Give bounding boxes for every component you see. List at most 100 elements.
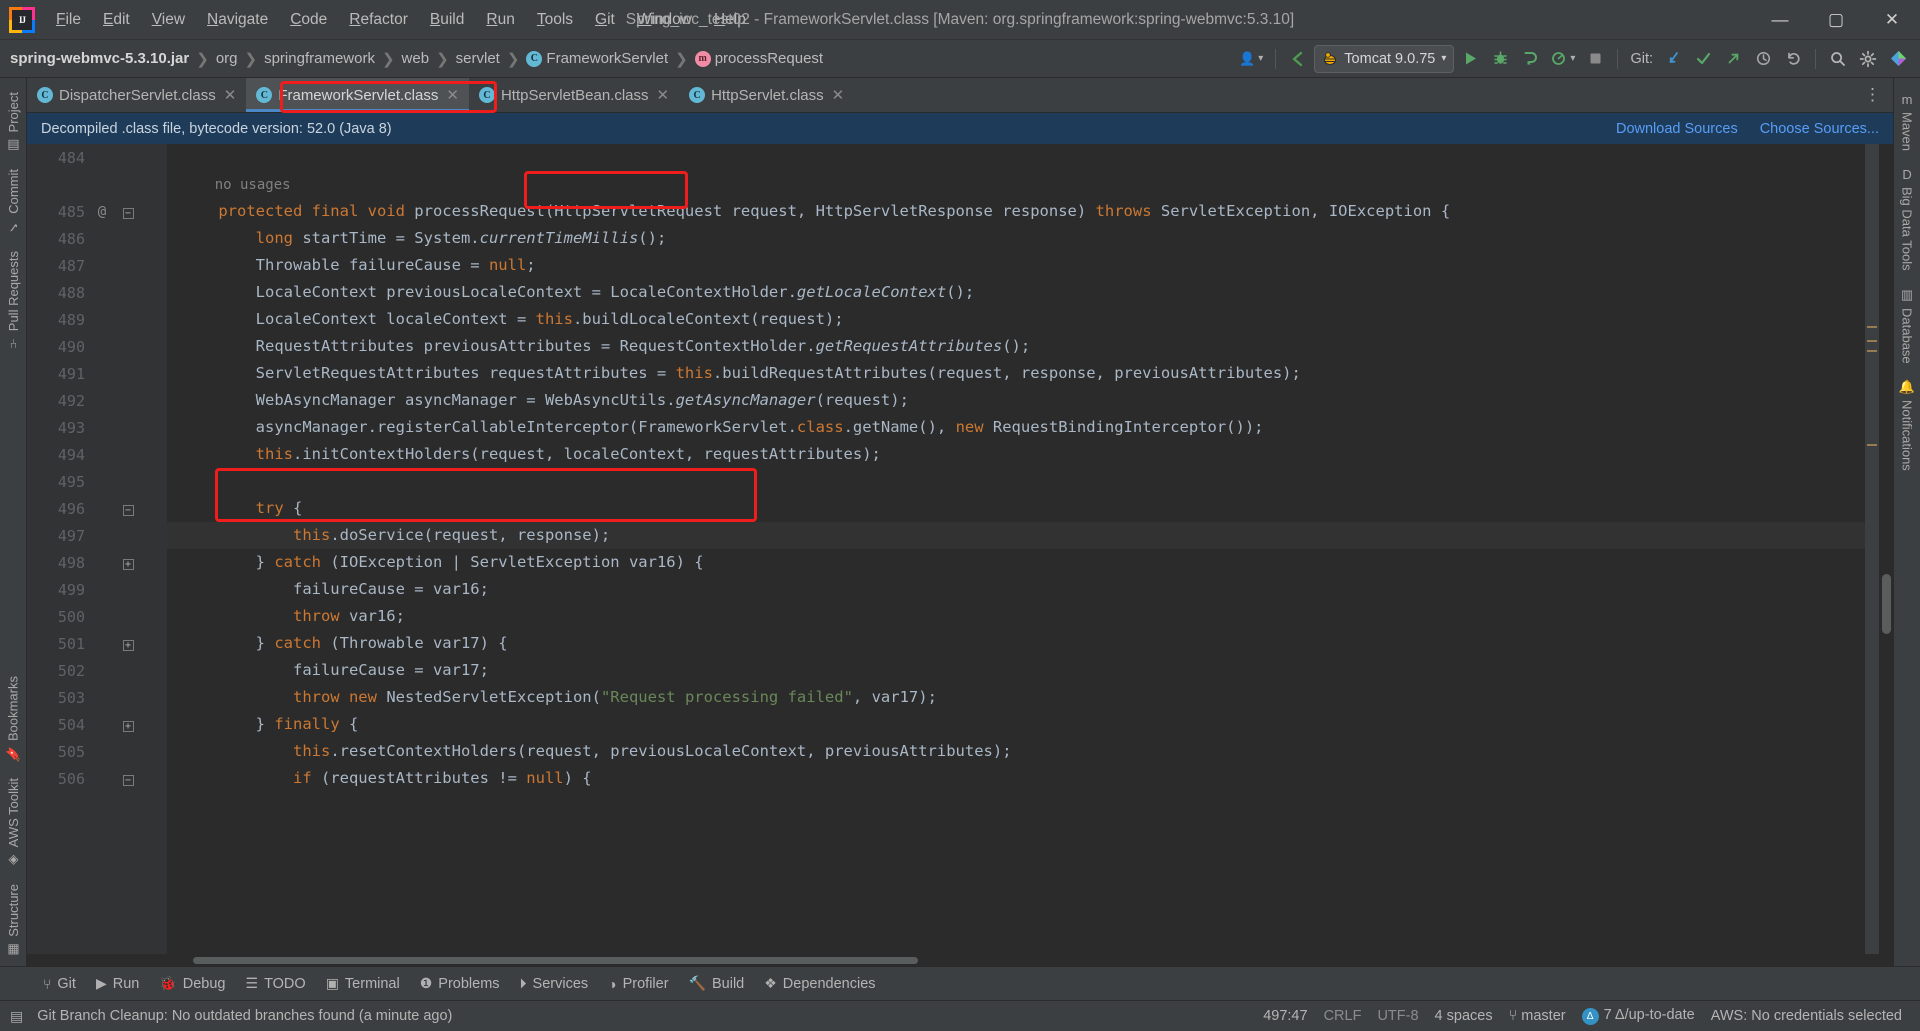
file-encoding[interactable]: UTF-8 <box>1369 1008 1426 1024</box>
bottom-tool-profiler[interactable]: ◑ Profiler <box>599 972 677 996</box>
menu-item-refactor[interactable]: Refactor <box>338 8 419 32</box>
stop-button[interactable] <box>1581 45 1609 73</box>
bottom-tool-build[interactable]: 🔨 Build <box>680 971 754 996</box>
fold-minus-icon[interactable]: − <box>115 205 141 219</box>
git-history-button[interactable] <box>1749 45 1777 73</box>
menu-item-git[interactable]: Git <box>584 8 626 32</box>
fold-minus-icon[interactable]: − <box>115 502 141 516</box>
debug-button[interactable] <box>1486 45 1514 73</box>
gutter-line[interactable]: 485 @ − <box>27 198 167 225</box>
vertical-scrollbar-thumb[interactable] <box>1882 574 1891 634</box>
tool-window-big-data-tools[interactable]: D Big Data Tools <box>1896 159 1919 279</box>
breadcrumb-item-processrequest[interactable]: m processRequest <box>691 47 827 70</box>
code-line[interactable]: LocaleContext localeContext = this.build… <box>167 306 1865 333</box>
maximize-button[interactable]: ▢ <box>1808 0 1864 40</box>
editor-tab-httpservletbean-class[interactable]: C HttpServletBean.class ✕ <box>469 78 679 112</box>
caret-position[interactable]: 497:47 <box>1255 1008 1315 1024</box>
gutter-annotation-icon[interactable]: @ <box>89 204 115 220</box>
gutter-line[interactable]: 501 + <box>27 630 167 657</box>
gutter-line[interactable]: 496 − <box>27 495 167 522</box>
fold-plus-icon[interactable]: + <box>115 556 141 570</box>
menu-item-tools[interactable]: Tools <box>526 8 584 32</box>
tool-window-pull-requests[interactable]: ⑂ Pull Requests <box>2 243 25 359</box>
gutter-line[interactable]: 484 <box>27 144 167 171</box>
code-line[interactable] <box>167 144 1865 171</box>
user-selector-button[interactable]: 👤 ▾ <box>1235 45 1267 73</box>
breadcrumb-item-org[interactable]: org <box>212 47 242 70</box>
gutter-line[interactable]: 505 <box>27 738 167 765</box>
code-text-area[interactable]: no usages protected final void processRe… <box>167 144 1865 954</box>
menu-item-window[interactable]: Window <box>626 8 703 32</box>
gutter-line[interactable]: 502 <box>27 657 167 684</box>
gutter-line[interactable]: 491 <box>27 360 167 387</box>
bottom-tool-run[interactable]: ▶ Run <box>87 971 148 996</box>
line-separator[interactable]: CRLF <box>1316 1008 1370 1024</box>
gutter-line[interactable]: 493 <box>27 414 167 441</box>
bottom-tool-problems[interactable]: ❶ Problems <box>411 971 509 996</box>
git-rollback-button[interactable] <box>1779 45 1807 73</box>
code-line[interactable]: long startTime = System.currentTimeMilli… <box>167 225 1865 252</box>
code-line[interactable] <box>167 468 1865 495</box>
tool-window-commit[interactable]: ✓ Commit <box>2 161 25 243</box>
tool-window-structure[interactable]: ▦ Structure <box>2 876 25 966</box>
editor-tab-frameworkservlet-class[interactable]: C FrameworkServlet.class ✕ <box>246 78 469 112</box>
bottom-tool-git[interactable]: ⑂ Git <box>34 972 85 996</box>
vcs-status-widget[interactable]: Δ7 Δ/up-to-date <box>1574 1007 1703 1025</box>
gutter-line[interactable]: 498 + <box>27 549 167 576</box>
bottom-tool-dependencies[interactable]: ❖ Dependencies <box>755 971 884 996</box>
code-line[interactable]: if (requestAttributes != null) { <box>167 765 1865 792</box>
menu-item-build[interactable]: Build <box>419 8 475 32</box>
status-message[interactable]: Git Branch Cleanup: No outdated branches… <box>29 1008 460 1024</box>
code-line[interactable]: Throwable failureCause = null; <box>167 252 1865 279</box>
bottom-tool-terminal[interactable]: ▣ Terminal <box>317 971 409 996</box>
close-icon[interactable]: ✕ <box>224 86 237 104</box>
bottom-tool-services[interactable]: ⏵ Services <box>511 971 598 996</box>
breadcrumb-item-web[interactable]: web <box>398 47 434 70</box>
breadcrumb-item-servlet[interactable]: servlet <box>452 47 504 70</box>
gutter-line[interactable]: 487 <box>27 252 167 279</box>
git-push-button[interactable] <box>1719 45 1747 73</box>
editor-tab-dispatcherservlet-class[interactable]: C DispatcherServlet.class ✕ <box>27 78 246 112</box>
menu-item-view[interactable]: View <box>141 8 196 32</box>
git-commit-button[interactable] <box>1689 45 1717 73</box>
run-button[interactable] <box>1456 45 1484 73</box>
code-line[interactable]: asyncManager.registerCallableInterceptor… <box>167 414 1865 441</box>
git-update-button[interactable] <box>1659 45 1687 73</box>
run-with-coverage-button[interactable] <box>1516 45 1544 73</box>
gutter-line[interactable]: 499 <box>27 576 167 603</box>
code-line[interactable]: RequestAttributes previousAttributes = R… <box>167 333 1865 360</box>
settings-button[interactable] <box>1854 45 1882 73</box>
git-branch-widget[interactable]: ⑂ master <box>1501 1008 1574 1024</box>
fold-plus-icon[interactable]: + <box>115 637 141 651</box>
code-line[interactable]: } catch (Throwable var17) { <box>167 630 1865 657</box>
bottom-tool-debug[interactable]: 🐞 Debug <box>150 971 234 996</box>
profile-button[interactable]: ▾ <box>1546 45 1579 73</box>
menu-item-help[interactable]: Help <box>703 8 757 32</box>
tool-window-bookmarks[interactable]: 🔖 Bookmarks <box>1 668 25 770</box>
back-navigation-button[interactable] <box>1284 45 1312 73</box>
horizontal-scrollbar[interactable] <box>27 954 1893 966</box>
inlay-usage-hint[interactable]: no usages <box>181 177 291 193</box>
tool-window-project[interactable]: ▤ Project <box>2 84 25 161</box>
code-line[interactable]: try { <box>167 495 1865 522</box>
aws-credentials-widget[interactable]: AWS: No credentials selected <box>1703 1008 1910 1024</box>
code-line[interactable]: ServletRequestAttributes requestAttribut… <box>167 360 1865 387</box>
tool-window-database[interactable]: ▥ Database <box>1896 279 1919 372</box>
gutter-line[interactable]: 506 − <box>27 765 167 792</box>
code-line[interactable]: no usages <box>167 171 1865 198</box>
gutter-line[interactable]: 489 <box>27 306 167 333</box>
breadcrumb-item-frameworkservlet[interactable]: C FrameworkServlet <box>522 47 672 70</box>
horizontal-scrollbar-thumb[interactable] <box>193 957 918 964</box>
close-icon[interactable]: ✕ <box>832 86 845 104</box>
run-configuration-selector[interactable]: Tomcat 9.0.75 ▾ <box>1314 44 1455 73</box>
download-sources-link[interactable]: Download Sources <box>1616 121 1738 137</box>
minimize-button[interactable]: — <box>1752 0 1808 40</box>
gutter-line[interactable]: 495 <box>27 468 167 495</box>
tool-window-aws-toolkit[interactable]: ◈ AWS Toolkit <box>2 770 25 876</box>
gutter-line[interactable]: 490 <box>27 333 167 360</box>
fold-minus-icon[interactable]: − <box>115 772 141 786</box>
menu-item-run[interactable]: Run <box>475 8 525 32</box>
gutter-line[interactable]: 494 <box>27 441 167 468</box>
ide-profile-button[interactable] <box>1884 45 1912 73</box>
gutter-line[interactable]: 488 <box>27 279 167 306</box>
